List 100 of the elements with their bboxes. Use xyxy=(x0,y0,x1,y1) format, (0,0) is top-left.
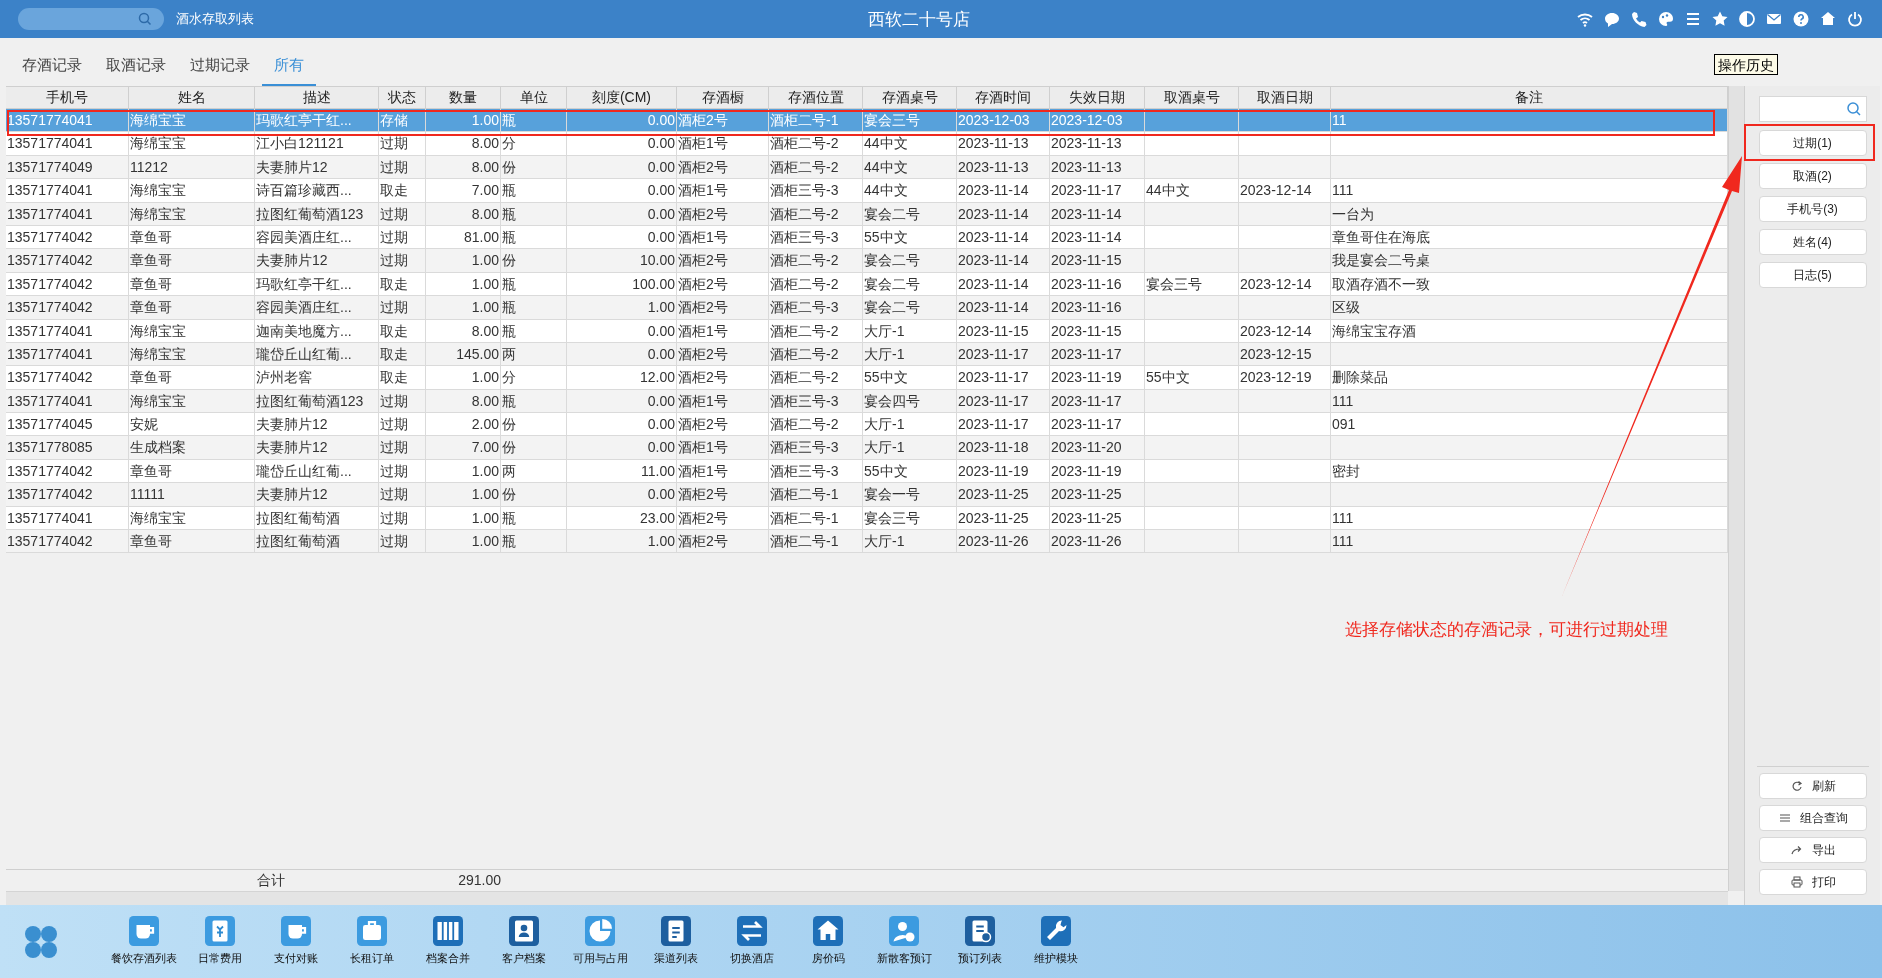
search-field[interactable] xyxy=(1758,96,1867,122)
table-row[interactable]: 13571774045 安妮 夫妻肺片12 过期 2.00 份 0.00 酒柜2号 酒柜二号-2 大厅-1 2023-11-17 2023-11-17 091 xyxy=(6,413,1728,437)
table-cell: 2023-11-26 xyxy=(957,530,1050,553)
printer-icon xyxy=(1789,875,1804,889)
taskbar-item[interactable]: 房价码 xyxy=(790,916,866,967)
table-cell: 酒柜二号-2 xyxy=(769,272,863,296)
contrast-icon[interactable] xyxy=(1738,10,1756,28)
column-header[interactable]: 取酒日期 xyxy=(1239,87,1331,108)
table-cell: 1.00 xyxy=(426,530,501,553)
menu-icon[interactable] xyxy=(1684,10,1702,28)
annotation-text: 选择存储状态的存酒记录，可进行过期处理 xyxy=(1345,619,1668,641)
tool-button[interactable]: 打印 xyxy=(1758,869,1867,895)
star-icon[interactable] xyxy=(1711,10,1729,28)
table-cell: 2023-11-14 xyxy=(957,202,1050,225)
taskbar-item[interactable]: 档案合并 xyxy=(410,916,486,967)
palette-icon[interactable] xyxy=(1657,10,1675,28)
table-row[interactable]: 13571774042 章鱼哥 泸州老窖 取走 1.00 分 12.00 酒柜2号 酒柜二号-2 55中文 2023-11-17 2023-11-19 55中文 2023-12-19 删除菜品 xyxy=(6,366,1728,390)
home-icon[interactable] xyxy=(1819,10,1837,28)
operation-history-button[interactable]: 操作历史 xyxy=(1714,54,1778,75)
table-row[interactable]: 13571774042 章鱼哥 玛歌红亭干红... 取走 1.00 瓶 100.00 酒柜2号 酒柜二号-2 宴会二号 2023-11-14 2023-11-16 宴会三号 2023-12-14 取酒存酒不一致 xyxy=(6,272,1728,297)
tool-button[interactable]: 组合查询 xyxy=(1758,805,1867,831)
taskbar-item[interactable]: 长租订单 xyxy=(334,916,410,967)
taskbar-item[interactable]: 预订列表 xyxy=(942,916,1018,967)
taskbar-item[interactable]: 客户档案 xyxy=(486,916,562,967)
table-cell: 10.00 xyxy=(567,249,677,272)
table-cell: 2023-12-15 xyxy=(1239,342,1331,366)
tab[interactable]: 取酒记录 xyxy=(94,46,178,86)
column-header[interactable]: 数量 xyxy=(426,87,501,108)
column-header[interactable]: 取酒桌号 xyxy=(1145,87,1239,108)
table-cell: 13571774049 xyxy=(6,155,129,179)
column-header[interactable]: 存酒时间 xyxy=(957,87,1050,108)
column-header[interactable]: 手机号 xyxy=(6,87,129,108)
table-row[interactable]: 13571774041 海绵宝宝 迦南美地魔方... 取走 8.00 瓶 0.00 酒柜1号 酒柜二号-2 大厅-1 2023-11-15 2023-11-15 2023-12-14 海绵宝宝存酒 xyxy=(6,319,1728,343)
table-row[interactable]: 13571774041 海绵宝宝 拉图红葡萄酒123 过期 8.00 瓶 0.00 酒柜2号 酒柜二号-2 宴会二号 2023-11-14 2023-11-14 一台为 xyxy=(6,202,1728,226)
taskbar-item[interactable]: 切换酒店 xyxy=(714,916,790,967)
table-cell: 酒柜三号-3 xyxy=(769,459,863,483)
taskbar-item[interactable]: 可用与占用 xyxy=(562,916,638,967)
column-header[interactable]: 状态 xyxy=(379,87,426,108)
taskbar-item[interactable]: 餐饮存酒列表 xyxy=(106,916,182,967)
table-row[interactable]: 13571774042 章鱼哥 拉图红葡萄酒 过期 1.00 瓶 1.00 酒柜2号 酒柜二号-1 大厅-1 2023-11-26 2023-11-26 111 xyxy=(6,530,1728,554)
table-cell: 酒柜2号 xyxy=(677,109,769,132)
table-cell: 7.00 xyxy=(426,436,501,459)
table-row[interactable]: 13571774042 11111 夫妻肺片12 过期 1.00 份 0.00 酒柜2号 酒柜二号-1 宴会一号 2023-11-25 2023-11-25 xyxy=(6,483,1728,507)
column-header[interactable]: 存酒桌号 xyxy=(863,87,957,108)
power-icon[interactable] xyxy=(1846,10,1864,28)
table-cell: 2023-11-18 xyxy=(957,436,1050,459)
column-header[interactable]: 存酒位置 xyxy=(769,87,863,108)
taskbar-item[interactable]: 日常费用 xyxy=(182,916,258,967)
taskbar-item[interactable]: 新散客预订 xyxy=(866,916,942,967)
table-row[interactable]: 13571774042 章鱼哥 夫妻肺片12 过期 1.00 份 10.00 酒柜2号 酒柜二号-2 宴会二号 2023-11-14 2023-11-15 我是宴会二号桌 xyxy=(6,249,1728,273)
horizontal-scrollbar[interactable] xyxy=(6,891,1728,905)
table-cell: 夫妻肺片12 xyxy=(255,155,379,179)
column-header[interactable]: 单位 xyxy=(501,87,567,108)
action-button[interactable]: 过期(1) xyxy=(1758,130,1867,156)
table-row[interactable]: 13571774041 海绵宝宝 拉图红葡萄酒 过期 1.00 瓶 23.00 酒柜2号 酒柜二号-1 宴会三号 2023-11-25 2023-11-25 111 xyxy=(6,506,1728,531)
taskbar-item[interactable]: 渠道列表 xyxy=(638,916,714,967)
table-row[interactable]: 13571778085 生成档案 夫妻肺片12 过期 7.00 份 0.00 酒柜1号 酒柜三号-3 大厅-1 2023-11-18 2023-11-20 xyxy=(6,436,1728,460)
table-cell: 11212 xyxy=(129,155,255,179)
taskbar-item[interactable]: 支付对账 xyxy=(258,916,334,967)
tab[interactable]: 存酒记录 xyxy=(10,46,94,86)
table-row[interactable]: 13571774049 11212 夫妻肺片12 过期 8.00 份 0.00 酒柜2号 酒柜二号-2 44中文 2023-11-13 2023-11-13 xyxy=(6,155,1728,180)
table-cell: 海绵宝宝 xyxy=(129,319,255,342)
action-button[interactable]: 姓名(4) xyxy=(1758,229,1867,255)
action-button[interactable]: 日志(5) xyxy=(1758,262,1867,288)
help-icon[interactable] xyxy=(1792,10,1810,28)
table-cell: 瓶 xyxy=(501,272,567,296)
search-field[interactable] xyxy=(18,8,164,30)
table-row[interactable]: 13571774041 海绵宝宝 江小白121121 过期 8.00 分 0.00 酒柜1号 酒柜二号-2 44中文 2023-11-13 2023-11-13 xyxy=(6,132,1728,156)
column-header[interactable]: 存酒橱 xyxy=(677,87,769,108)
table-row[interactable]: 13571774042 章鱼哥 容园美酒庄红... 过期 81.00 瓶 0.00 酒柜1号 酒柜三号-3 55中文 2023-11-14 2023-11-14 章鱼哥住在海底 xyxy=(6,225,1728,250)
table-cell: 夫妻肺片12 xyxy=(255,249,379,272)
column-header[interactable]: 刻度(CM) xyxy=(567,87,677,108)
table-row[interactable]: 13571774042 章鱼哥 瓏岱丘山红葡... 过期 1.00 两 11.00 酒柜1号 酒柜三号-3 55中文 2023-11-19 2023-11-19 密封 xyxy=(6,459,1728,484)
table-row[interactable]: 13571774041 海绵宝宝 瓏岱丘山红葡... 取走 145.00 两 0.00 酒柜2号 酒柜二号-2 大厅-1 2023-11-17 2023-11-17 2023-12-15 xyxy=(6,342,1728,367)
table-cell: 12.00 xyxy=(567,366,677,389)
table-cell: 过期 xyxy=(379,155,426,179)
table-cell: 过期 xyxy=(379,530,426,553)
column-header[interactable]: 姓名 xyxy=(129,87,255,108)
table-cell: 酒柜二号-1 xyxy=(769,530,863,553)
table-cell: 酒柜2号 xyxy=(677,483,769,506)
column-header[interactable]: 失效日期 xyxy=(1050,87,1145,108)
table-cell: 13571774041 xyxy=(6,506,129,530)
table-cell: 章鱼哥 xyxy=(129,272,255,296)
table-row[interactable]: 13571774041 海绵宝宝 诗百篇珍藏西... 取走 7.00 瓶 0.00 酒柜1号 酒柜三号-3 44中文 2023-11-14 2023-11-17 44中文 2023-12-14 111 xyxy=(6,179,1728,203)
vertical-scrollbar[interactable] xyxy=(1728,86,1744,891)
tool-button[interactable]: 导出 xyxy=(1758,837,1867,863)
action-button[interactable]: 手机号(3) xyxy=(1758,196,1867,222)
phone-icon[interactable] xyxy=(1630,10,1648,28)
chat-icon[interactable] xyxy=(1603,10,1621,28)
table-cell: 2023-11-15 xyxy=(1050,249,1145,272)
column-header[interactable]: 描述 xyxy=(255,87,379,108)
tab[interactable]: 过期记录 xyxy=(178,46,262,86)
table-cell: 瓶 xyxy=(501,179,567,202)
table-cell: 过期 xyxy=(379,202,426,225)
tool-button[interactable]: 刷新 xyxy=(1758,773,1867,799)
action-button[interactable]: 取酒(2) xyxy=(1758,163,1867,189)
table-row[interactable]: 13571774042 章鱼哥 容园美酒庄红... 过期 1.00 瓶 1.00 酒柜2号 酒柜二号-3 宴会二号 2023-11-14 2023-11-16 区级 xyxy=(6,296,1728,320)
table-cell: 7.00 xyxy=(426,179,501,202)
taskbar-item[interactable]: 维护模块 xyxy=(1018,916,1094,967)
table-row[interactable]: 13571774041 海绵宝宝 拉图红葡萄酒123 过期 8.00 瓶 0.00 酒柜1号 酒柜三号-3 宴会四号 2023-11-17 2023-11-17 111 xyxy=(6,389,1728,414)
